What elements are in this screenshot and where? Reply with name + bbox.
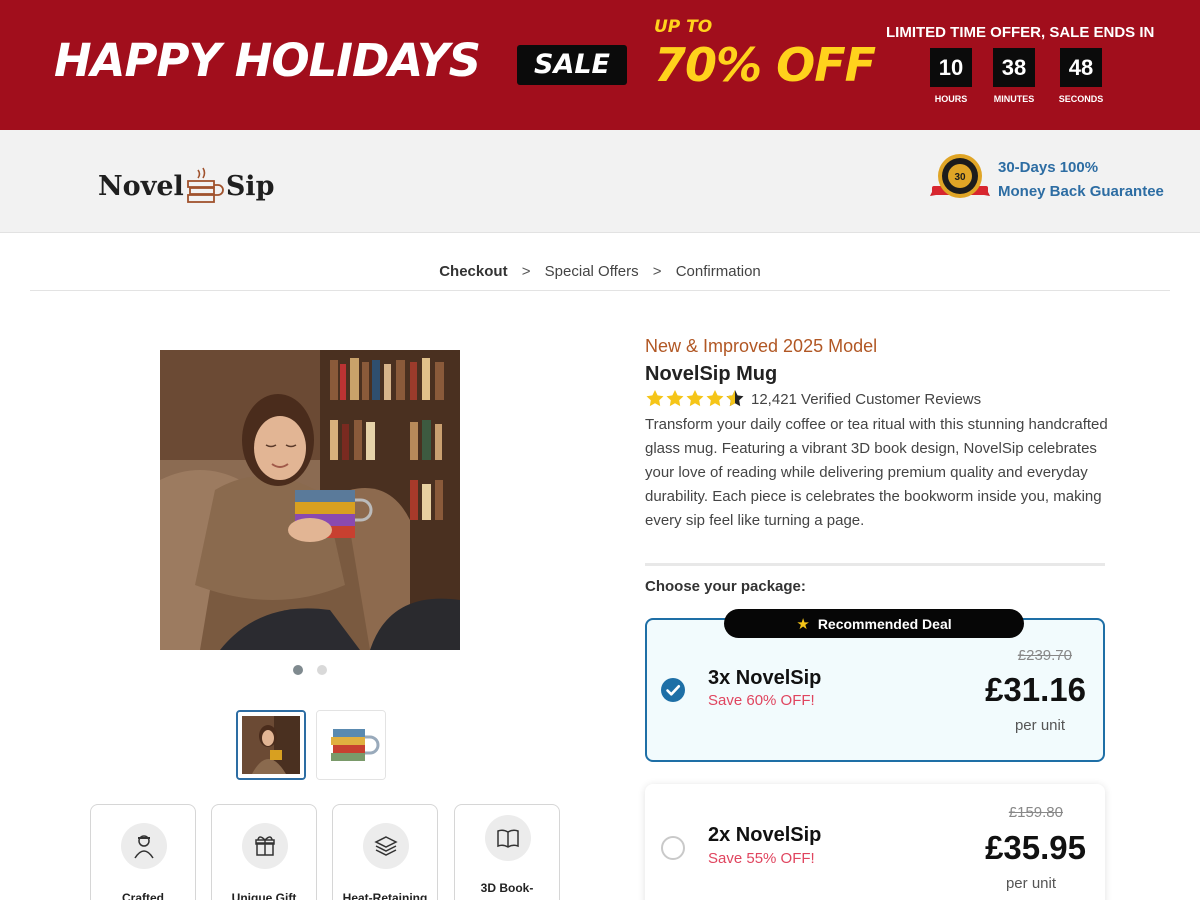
countdown-seconds-label: SECONDS — [1058, 94, 1104, 104]
money-back-guarantee: 30 30-Days 100% Money Back Guarantee — [928, 152, 1164, 208]
guarantee-line-1: 30-Days 100% — [998, 159, 1099, 176]
package-old-price: £159.80 — [1008, 804, 1063, 821]
package-radio[interactable] — [661, 836, 685, 860]
description-divider — [645, 563, 1105, 566]
package-old-price: £239.70 — [1017, 647, 1072, 664]
countdown-minutes-label: MINUTES — [993, 94, 1035, 104]
package-per-unit: per unit — [1014, 717, 1066, 734]
woman-holding-book-mug-photo — [160, 350, 460, 650]
product-description: Transform your daily coffee or tea ritua… — [645, 416, 1108, 529]
feature-card-3d-book: 3D Book- — [454, 804, 560, 900]
breadcrumb: Checkout > Special Offers > Confirmation — [0, 263, 1200, 280]
guarantee-line-2: Money Back Guarantee — [998, 183, 1164, 200]
promo-banner: HAPPY HOLIDAYS SALE UP TO 70% OFF LIMITE… — [0, 0, 1200, 130]
star-icon: ★ — [796, 615, 810, 633]
sale-badge: SALE — [517, 45, 627, 85]
layers-icon — [363, 823, 409, 869]
site-header: Novel Sip 30 30-Days 100% Money Back Gua… — [0, 130, 1200, 233]
feature-card-heat-retaining: Heat-Retaining — [332, 804, 438, 900]
site-logo[interactable]: Novel Sip — [98, 166, 274, 206]
feature-label: Heat-Retaining — [342, 891, 428, 900]
feature-label: Crafted — [121, 891, 164, 900]
breadcrumb-checkout[interactable]: Checkout — [439, 263, 507, 280]
star-icon — [706, 390, 724, 407]
feature-card-unique-gift: Unique Gift — [211, 804, 317, 900]
breadcrumb-divider — [30, 290, 1170, 291]
breadcrumb-separator: > — [652, 263, 662, 280]
thumbnail-active[interactable] — [236, 710, 306, 780]
star-rating — [645, 389, 745, 407]
choose-package-label: Choose your package: — [645, 578, 806, 595]
open-book-icon — [485, 815, 531, 861]
svg-text:30: 30 — [954, 172, 966, 183]
recommended-deal-label: Recommended Deal — [817, 615, 952, 632]
product-subtitle: New & Improved 2025 Model — [645, 336, 878, 356]
package-savings: Save 60% OFF! — [708, 692, 815, 709]
book-mug-product-thumb — [317, 711, 385, 779]
package-per-unit: per unit — [1005, 875, 1057, 892]
package-price: £35.95 — [985, 829, 1086, 866]
package-savings: Save 55% OFF! — [708, 850, 815, 867]
feature-label: Unique Gift — [231, 891, 297, 900]
half-star-icon — [726, 390, 744, 407]
breadcrumb-confirmation[interactable]: Confirmation — [676, 263, 761, 280]
breadcrumb-special-offers[interactable]: Special Offers — [545, 263, 639, 280]
discount-label: 70% OFF — [654, 38, 876, 92]
package-price: £31.16 — [985, 671, 1086, 708]
limited-offer-text: LIMITED TIME OFFER, SALE ENDS IN — [886, 24, 1155, 41]
thumbnail[interactable] — [316, 710, 386, 780]
package-name: 3x NovelSip — [708, 667, 822, 689]
woman-holding-book-mug-thumb — [238, 712, 304, 778]
star-icon — [686, 390, 704, 407]
recommended-deal-badge: ★ Recommended Deal — [724, 609, 1024, 638]
feature-card-crafted: Crafted — [90, 804, 196, 900]
gift-icon — [242, 823, 288, 869]
breadcrumb-separator: > — [521, 263, 531, 280]
countdown-minutes: 38 — [993, 48, 1035, 87]
review-count[interactable]: 12,421 Verified Customer Reviews — [751, 391, 981, 408]
money-back-seal-icon: 30 — [930, 154, 990, 198]
banner-headline: HAPPY HOLIDAYS — [54, 34, 481, 87]
craftsman-icon — [121, 823, 167, 869]
package-radio-selected[interactable] — [661, 678, 685, 702]
logo-text-left: Novel — [98, 170, 184, 202]
carousel-dot[interactable] — [317, 665, 327, 675]
countdown-seconds: 48 — [1060, 48, 1102, 87]
star-icon — [666, 390, 684, 407]
package-name: 2x NovelSip — [708, 824, 822, 846]
countdown-hours-label: HOURS — [934, 94, 968, 104]
checkmark-icon — [666, 685, 681, 696]
logo-text-right: Sip — [225, 170, 275, 202]
book-mug-icon — [186, 167, 224, 203]
carousel-dot-active[interactable] — [293, 665, 303, 675]
feature-label: 3D Book- — [480, 881, 534, 895]
star-icon — [646, 390, 664, 407]
up-to-label: UP TO — [654, 17, 713, 37]
product-title: NovelSip Mug — [645, 363, 778, 385]
countdown-hours: 10 — [930, 48, 972, 87]
product-main-image[interactable] — [160, 350, 460, 650]
